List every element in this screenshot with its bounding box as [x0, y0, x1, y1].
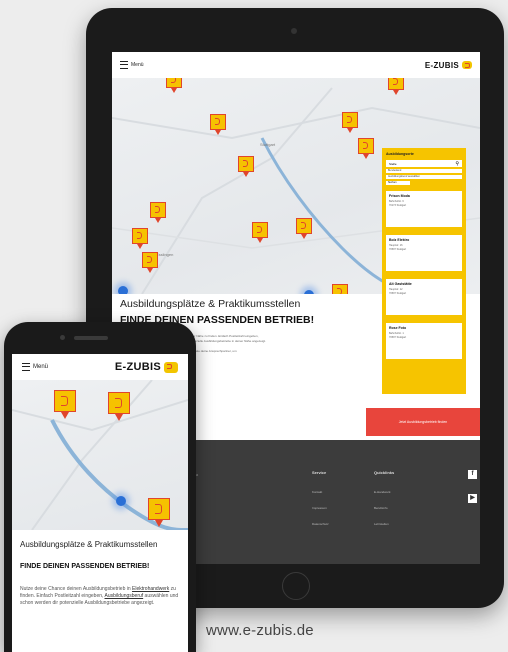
footer-service-heading: Service [312, 470, 327, 475]
find-company-button[interactable]: Jetzt Ausbildungsbetrieb finden [366, 408, 480, 436]
result-name: Bolz Elektro [389, 238, 410, 242]
map-cluster-icon[interactable] [116, 496, 126, 506]
search-panel: Ausbildungsorte Stelle ⚲ Bundesland Ausb… [382, 148, 466, 394]
map-place-label: Stuttgart [260, 142, 276, 147]
search-button[interactable]: Suchen [386, 181, 410, 185]
menu-button[interactable]: Menü [120, 61, 144, 69]
result-city: 70173 Stuttgart [389, 204, 407, 207]
intro-link[interactable]: Elektrohandwerk [132, 586, 169, 592]
map-cluster-icon[interactable] [118, 286, 128, 294]
map[interactable] [12, 380, 188, 530]
map-pin[interactable] [148, 498, 170, 527]
map-pin[interactable] [132, 228, 148, 249]
logo-mark-icon [164, 361, 178, 373]
result-city: 70597 Stuttgart [389, 248, 407, 251]
map-pin[interactable] [332, 284, 348, 294]
search-panel-title: Ausbildungsorte [386, 152, 414, 156]
result-city: 70597 Stuttgart [389, 292, 407, 295]
intro-link[interactable]: Ausbildungsberuf [105, 593, 144, 599]
tablet-header: Menü E-ZUBIS [112, 52, 480, 78]
logo[interactable]: E-ZUBIS [425, 61, 472, 70]
map-pin[interactable] [108, 392, 130, 421]
footer-link[interactable]: E-Handwerk [374, 490, 391, 494]
map-pin[interactable] [296, 218, 312, 239]
phone-device: Menü E-ZUBIS Ausbildungsplätze & Praktik… [4, 322, 196, 652]
logo-text: E-ZUBIS [114, 361, 161, 373]
map-cluster-icon[interactable] [304, 290, 314, 294]
facebook-icon[interactable]: f [468, 470, 477, 479]
map-pin[interactable] [150, 202, 166, 223]
search-input[interactable]: Stelle ⚲ [386, 160, 462, 167]
intro-text: Nutze deine Chance deinen Ausbildungsbet… [20, 586, 180, 607]
page-subtitle: FINDE DEINEN PASSENDEN BETRIEB! [20, 563, 150, 570]
website-url: www.e-zubis.de [206, 622, 314, 639]
map-pin[interactable] [342, 112, 358, 133]
state-select[interactable]: Bundesland [386, 169, 462, 173]
logo[interactable]: E-ZUBIS [115, 361, 178, 373]
result-city: 70597 Stuttgart [389, 336, 407, 339]
footer-link[interactable]: Lehrstellen [374, 522, 389, 526]
map-pin[interactable] [210, 114, 226, 135]
map-pin[interactable] [142, 252, 158, 273]
tablet-camera [291, 28, 297, 34]
footer-quicklinks-heading: Quicklinks [374, 470, 395, 475]
phone-speaker [74, 336, 108, 340]
map-pin[interactable] [238, 156, 254, 177]
result-card[interactable]: Bolz Elektro Hauptstr. 16 70597 Stuttgar… [386, 235, 462, 271]
menu-label: Menü [33, 364, 49, 370]
map-pin[interactable] [358, 138, 374, 159]
map-place-label: Esslingen [156, 252, 174, 257]
search-input-value: Stelle [389, 161, 397, 166]
intro-text-part: Nutze deine Chance deinen Ausbildungsbet… [20, 586, 133, 592]
phone-screen: Menü E-ZUBIS Ausbildungsplätze & Praktik… [12, 354, 188, 652]
footer-link[interactable]: Impressum [312, 506, 327, 510]
hamburger-icon [120, 61, 128, 69]
result-card[interactable]: Frison Moda Bahnhofstr. 6 70173 Stuttgar… [386, 191, 462, 227]
result-name: Alt Gaststätte [389, 282, 412, 286]
phone-camera [60, 335, 65, 340]
result-card[interactable]: Rose Foto Bahnhofstr. 1 70597 Stuttgart [386, 323, 462, 359]
map-pin[interactable] [388, 78, 404, 95]
result-card[interactable]: Alt Gaststätte Hauptstr. 12 70597 Stuttg… [386, 279, 462, 315]
menu-label: Menü [131, 62, 144, 68]
search-icon[interactable]: ⚲ [455, 161, 459, 167]
logo-text: E-ZUBIS [424, 60, 459, 70]
result-name: Frison Moda [389, 194, 410, 198]
hamburger-icon [22, 363, 30, 371]
page-title: Ausbildungsplätze & Praktikumsstellen [20, 540, 158, 549]
map-pin[interactable] [54, 390, 76, 419]
map-pin[interactable] [166, 78, 182, 93]
footer-link[interactable]: Kontakt [312, 490, 322, 494]
result-name: Rose Foto [389, 326, 407, 330]
phone-header: Menü E-ZUBIS [12, 354, 188, 380]
footer-link[interactable]: Berufsinfo [374, 506, 388, 510]
page-title: Ausbildungsplätze & Praktikumsstellen [120, 298, 301, 310]
youtube-icon[interactable]: ▶ [468, 494, 477, 503]
logo-mark-icon [462, 61, 472, 69]
menu-button[interactable]: Menü [22, 363, 48, 371]
profession-select[interactable]: Ausbildungsberuf auswählen [386, 175, 462, 179]
map-pin[interactable] [252, 222, 268, 243]
tablet-home-button[interactable] [282, 572, 310, 600]
footer-link[interactable]: Datenschutz [312, 522, 329, 526]
